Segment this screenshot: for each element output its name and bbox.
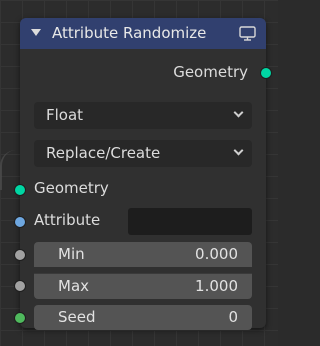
min-label: Min xyxy=(58,245,85,263)
node-header[interactable]: Attribute Randomize xyxy=(20,18,266,49)
attribute-name-input[interactable] xyxy=(128,208,252,235)
chevron-down-icon xyxy=(233,145,244,156)
input-min-socket[interactable] xyxy=(14,249,26,261)
incoming-link-curve xyxy=(0,150,16,190)
collapse-triangle-icon[interactable] xyxy=(31,29,41,36)
max-value: 1.000 xyxy=(195,277,238,295)
output-geometry-label: Geometry xyxy=(173,63,248,81)
max-label: Max xyxy=(58,277,90,295)
data-type-dropdown[interactable]: Float xyxy=(34,102,252,129)
seed-value: 0 xyxy=(228,308,238,326)
operation-dropdown[interactable]: Replace/Create xyxy=(34,140,252,167)
operation-value: Replace/Create xyxy=(46,144,161,162)
data-type-value: Float xyxy=(46,106,84,124)
monitor-icon[interactable] xyxy=(239,26,256,41)
chevron-down-icon xyxy=(233,107,244,118)
input-attribute-socket[interactable] xyxy=(14,216,26,228)
input-max-socket[interactable] xyxy=(14,280,26,292)
min-field[interactable]: Min 0.000 xyxy=(34,242,252,267)
seed-label: Seed xyxy=(58,308,96,326)
seed-field[interactable]: Seed 0 xyxy=(34,305,252,330)
input-geometry-label: Geometry xyxy=(34,179,109,197)
node-title: Attribute Randomize xyxy=(52,24,207,42)
output-geometry-socket[interactable] xyxy=(260,67,272,79)
max-field[interactable]: Max 1.000 xyxy=(34,273,252,299)
input-geometry-socket[interactable] xyxy=(14,184,26,196)
min-value: 0.000 xyxy=(195,245,238,263)
input-seed-socket[interactable] xyxy=(14,312,26,324)
input-attribute-label: Attribute xyxy=(34,211,101,229)
attribute-randomize-node[interactable]: Attribute Randomize Geometry Float Repla… xyxy=(14,18,272,330)
